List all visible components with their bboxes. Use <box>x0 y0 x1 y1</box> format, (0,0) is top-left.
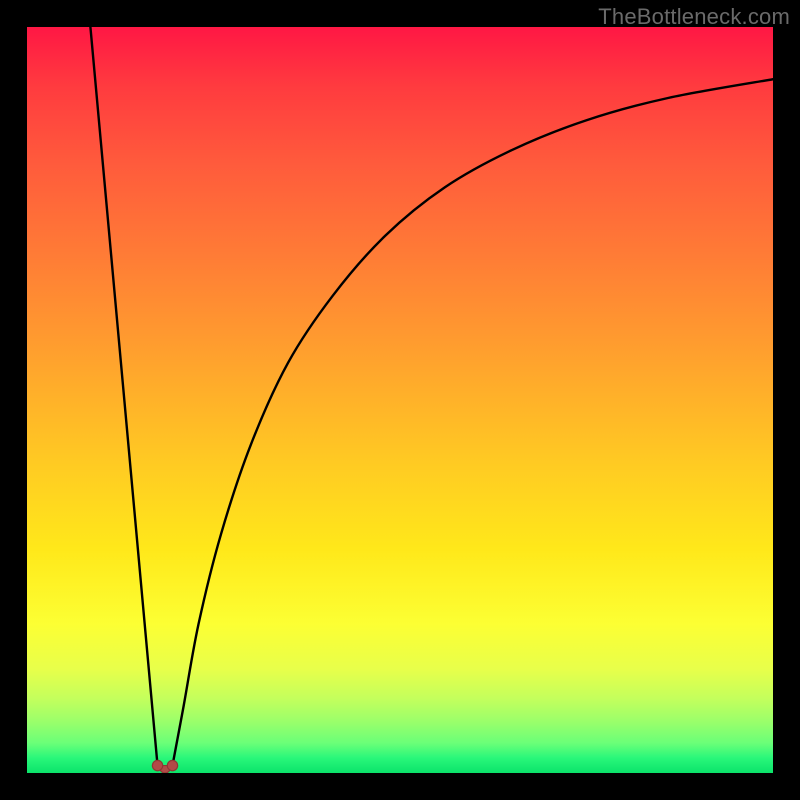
valley-marker-right <box>167 760 177 770</box>
valley-marker-left <box>152 760 162 770</box>
series-curve-right <box>172 79 773 765</box>
chart-svg <box>27 27 773 773</box>
series-line-left <box>90 27 157 766</box>
chart-frame <box>27 27 773 773</box>
watermark-text: TheBottleneck.com <box>598 4 790 30</box>
